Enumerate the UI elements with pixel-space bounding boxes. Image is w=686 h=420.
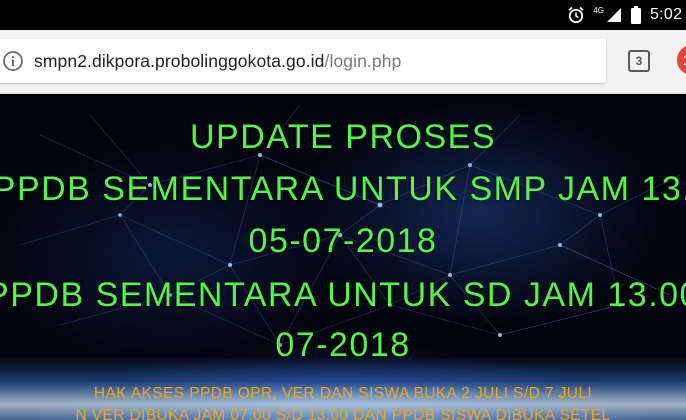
status-time: 5:02 P xyxy=(649,6,686,23)
headline-line-3: 05-07-2018 xyxy=(248,222,438,260)
info-icon[interactable] xyxy=(2,50,24,72)
page-content: UPDATE PROSES PPDB SEMENTARA UNTUK SMP J… xyxy=(0,95,686,420)
url-host: smpn2.dikpora.probolinggokota.go.id xyxy=(34,50,325,71)
url-field[interactable]: smpn2.dikpora.probolinggokota.go.id/logi… xyxy=(0,39,606,83)
status-bar: 4G 5:02 P xyxy=(0,0,686,30)
url-path: /login.php xyxy=(324,50,402,71)
status-icons: 4G 5:02 P xyxy=(567,0,686,30)
browser-toolbar: smpn2.dikpora.probolinggokota.go.id/logi… xyxy=(0,30,686,94)
notice-line-1: HAK AKSES PPDB OPR, VER DAN SISWA BUKA 2… xyxy=(93,385,593,402)
headline-line-5: 07-2018 xyxy=(275,326,411,364)
alarm-icon xyxy=(567,6,585,24)
notice-line-2: N VER DIBUKA JAM 07.00 S/D 13.00 DAN PPD… xyxy=(75,407,611,420)
headline-line-1: UPDATE PROSES xyxy=(189,118,497,156)
battery-icon xyxy=(630,6,642,24)
menu-badge[interactable]: 1 xyxy=(677,45,686,75)
signal-icon xyxy=(606,7,622,23)
headline-line-2: PPDB SEMENTARA UNTUK SMP JAM 13. xyxy=(0,170,686,208)
url-text[interactable]: smpn2.dikpora.probolinggokota.go.id/logi… xyxy=(34,51,401,72)
network-type-label: 4G xyxy=(593,5,604,15)
tab-switcher-icon[interactable]: 3 xyxy=(628,50,650,72)
headline-line-4: PPDB SEMENTARA UNTUK SD JAM 13.00 xyxy=(0,276,686,314)
